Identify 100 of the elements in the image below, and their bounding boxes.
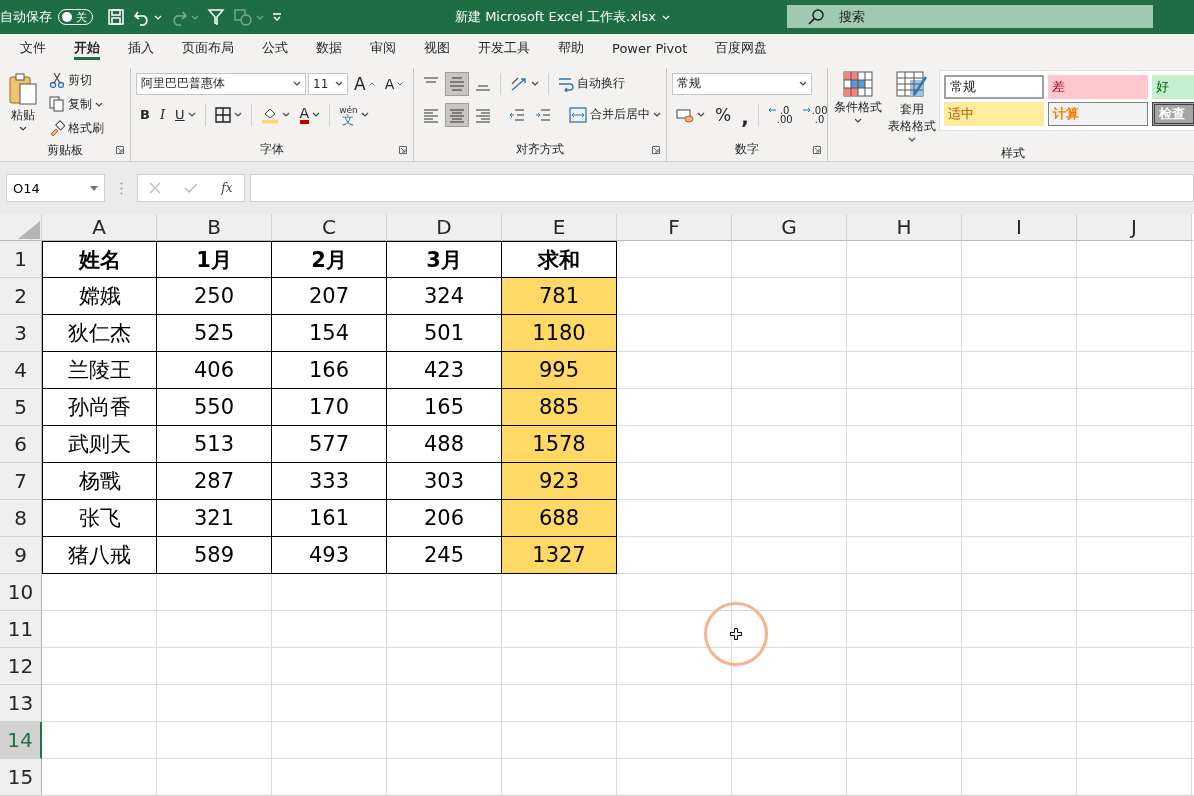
row-header[interactable]: 12 xyxy=(0,648,42,685)
row-header[interactable]: 8 xyxy=(0,500,42,537)
underline-button[interactable]: U xyxy=(171,102,200,127)
copy-button[interactable]: 复制 xyxy=(45,92,108,116)
wrap-text-button[interactable]: 自动换行 xyxy=(554,71,629,96)
shrink-font-button[interactable]: A xyxy=(380,71,408,96)
ribbon-tab[interactable]: 帮助 xyxy=(544,34,598,62)
caret-icon xyxy=(187,112,196,117)
ribbon-tab[interactable]: 文件 xyxy=(6,34,60,62)
caret-icon xyxy=(256,14,264,20)
row-header[interactable]: 1 xyxy=(0,241,42,278)
font-name-dropdown[interactable]: 阿里巴巴普惠体 xyxy=(136,72,306,95)
table-cell: 猪八戒 xyxy=(42,537,157,574)
caret-icon xyxy=(95,101,103,107)
orientation-icon xyxy=(510,75,528,92)
column-header[interactable]: D xyxy=(387,214,502,241)
decrease-decimal-button[interactable]: .00 .0 xyxy=(798,100,832,129)
name-box[interactable]: O14 xyxy=(6,174,105,202)
increase-decimal-button[interactable]: .0 .00 xyxy=(763,100,797,129)
ribbon-tab[interactable]: 开发工具 xyxy=(464,34,544,62)
merge-center-button[interactable]: 合并后居中 xyxy=(565,102,665,127)
number-format-dropdown[interactable]: 常规 xyxy=(672,72,812,95)
dialog-launcher-button[interactable] xyxy=(812,145,822,155)
paintbrush-icon xyxy=(49,120,65,136)
format-painter-button[interactable]: 格式刷 xyxy=(45,116,108,140)
row-header[interactable]: 14 xyxy=(0,722,42,759)
conditional-format-button[interactable]: 条件格式 xyxy=(831,68,885,145)
row-header[interactable]: 9 xyxy=(0,537,42,574)
scissors-icon xyxy=(49,72,65,88)
caret-icon xyxy=(335,81,343,86)
phonetic-button[interactable]: wén 文 xyxy=(335,102,373,127)
row-header[interactable]: 13 xyxy=(0,685,42,722)
row-header[interactable]: 11 xyxy=(0,611,42,648)
ribbon-tab[interactable]: 开始 xyxy=(60,34,114,62)
table-cell: 781 xyxy=(502,278,617,315)
cut-button[interactable]: 剪切 xyxy=(45,68,108,92)
font-size-dropdown[interactable]: 11 xyxy=(308,72,348,95)
table-cell: 885 xyxy=(502,389,617,426)
column-header[interactable]: F xyxy=(617,214,732,241)
table-cell: 161 xyxy=(272,500,387,537)
column-header[interactable]: J xyxy=(1077,214,1192,241)
header-cell: 3月 xyxy=(387,241,502,278)
column-header[interactable]: E xyxy=(502,214,617,241)
search-placeholder: 搜索 xyxy=(839,7,865,26)
caret-icon xyxy=(799,81,807,86)
cell-style-item[interactable]: 适中 xyxy=(944,102,1044,126)
table-cell: 493 xyxy=(272,537,387,574)
table-cell: 550 xyxy=(157,389,272,426)
column-header[interactable]: C xyxy=(272,214,387,241)
font-color-button[interactable]: A xyxy=(295,102,325,127)
ribbon-tab[interactable]: 数据 xyxy=(302,34,356,62)
comma-style-button[interactable]: , xyxy=(737,102,753,127)
dialog-launcher-button[interactable] xyxy=(398,145,408,155)
ribbon-tab[interactable]: 插入 xyxy=(114,34,168,62)
table-cell: 狄仁杰 xyxy=(42,315,157,352)
cell-style-item[interactable]: 好 xyxy=(1152,75,1194,99)
grow-font-button[interactable]: A xyxy=(350,71,379,96)
row-header[interactable]: 5 xyxy=(0,389,42,426)
row-header[interactable]: 2 xyxy=(0,278,42,315)
align-left-icon xyxy=(423,106,439,123)
insert-function-button[interactable]: fx xyxy=(221,181,233,195)
ribbon-tab[interactable]: Power Pivot xyxy=(598,34,702,62)
row-header[interactable]: 3 xyxy=(0,315,42,352)
align-middle-button[interactable] xyxy=(445,71,469,96)
column-header[interactable]: A xyxy=(42,214,157,241)
ribbon-tab[interactable]: 百度网盘 xyxy=(701,34,782,62)
cell-style-item[interactable]: 差 xyxy=(1048,75,1148,99)
caret-icon xyxy=(293,81,301,86)
ribbon-tab[interactable]: 视图 xyxy=(410,34,464,62)
format-as-table-button[interactable]: 套用 表格格式 xyxy=(885,68,939,145)
row-header[interactable]: 4 xyxy=(0,352,42,389)
dialog-launcher-button[interactable] xyxy=(115,145,125,155)
align-center-button[interactable] xyxy=(445,102,469,127)
row-header[interactable]: 7 xyxy=(0,463,42,500)
caret-icon xyxy=(19,126,27,131)
cell-style-item[interactable]: 常规 xyxy=(944,75,1044,99)
row-header[interactable]: 15 xyxy=(0,759,42,796)
row-header[interactable]: 6 xyxy=(0,426,42,463)
table-cell: 923 xyxy=(502,463,617,500)
row-header[interactable]: 10 xyxy=(0,574,42,611)
caret-icon xyxy=(908,137,916,142)
check-icon xyxy=(184,182,199,194)
bold-button[interactable]: B xyxy=(136,102,154,127)
ribbon-tab[interactable]: 公式 xyxy=(248,34,302,62)
table-cell: 513 xyxy=(157,426,272,463)
paste-button[interactable]: 粘贴 xyxy=(5,68,41,140)
column-header[interactable]: B xyxy=(157,214,272,241)
formula-input[interactable] xyxy=(250,174,1194,202)
caret-icon xyxy=(697,112,705,117)
decrease-indent-icon xyxy=(509,106,525,123)
column-header[interactable]: I xyxy=(962,214,1077,241)
group-label: 数字 xyxy=(735,140,759,158)
ribbon-tab[interactable]: 审阅 xyxy=(356,34,410,62)
search-field[interactable]: 搜索 xyxy=(787,5,1153,28)
column-header[interactable]: H xyxy=(847,214,962,241)
italic-button[interactable]: I xyxy=(155,102,170,127)
dialog-launcher-button[interactable] xyxy=(651,145,661,155)
percent-button[interactable]: % xyxy=(711,102,736,127)
column-header[interactable]: G xyxy=(732,214,847,241)
ribbon-tab[interactable]: 页面布局 xyxy=(168,34,248,62)
